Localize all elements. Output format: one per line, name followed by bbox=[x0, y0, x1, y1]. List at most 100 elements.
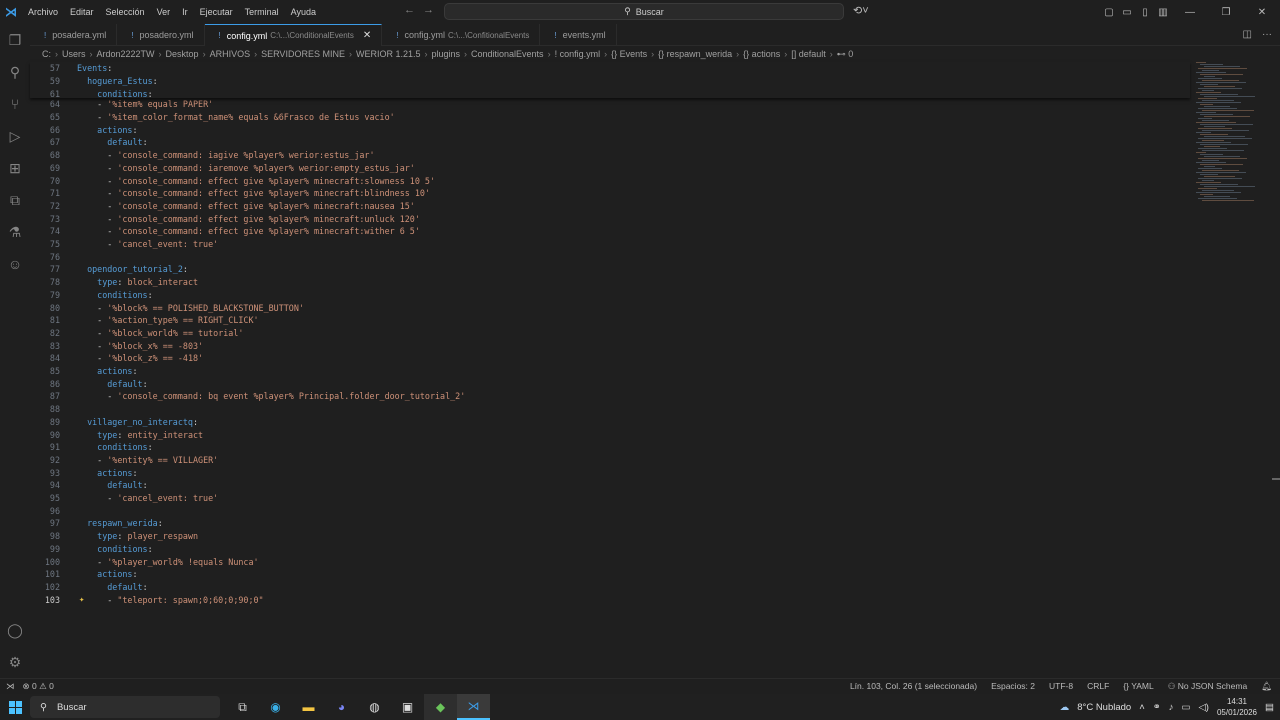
breadcrumb-item[interactable]: Ardon2222TW bbox=[97, 49, 155, 59]
breadcrumb-item[interactable]: {} Events bbox=[611, 49, 647, 59]
breadcrumb-item[interactable]: plugins bbox=[431, 49, 460, 59]
code-line[interactable]: 66 actions: bbox=[30, 123, 1190, 136]
tray-chevron-icon[interactable]: ˄ bbox=[1139, 702, 1145, 713]
close-tab-icon[interactable]: ✕ bbox=[363, 30, 371, 41]
toggle-panel-icon[interactable]: ▭ bbox=[1118, 7, 1136, 18]
code-line[interactable]: 81 - '%action_type% == RIGHT_CLICK' bbox=[30, 314, 1190, 327]
close-window-icon[interactable]: ✕ bbox=[1244, 7, 1280, 18]
code-line[interactable]: 99 conditions: bbox=[30, 543, 1190, 556]
code-line[interactable]: 80 - '%block% == POLISHED_BLACKSTONE_BUT… bbox=[30, 301, 1190, 314]
code-line[interactable]: 72 - 'console_command: effect give %play… bbox=[30, 200, 1190, 213]
code-line[interactable]: 88 bbox=[30, 403, 1190, 416]
task-view-icon[interactable]: ⧉ bbox=[226, 694, 259, 720]
more-actions-icon[interactable]: ··· bbox=[1262, 29, 1272, 40]
menu-terminal[interactable]: Terminal bbox=[239, 7, 285, 17]
code-line[interactable]: 86 default: bbox=[30, 377, 1190, 390]
menu-ejecutar[interactable]: Ejecutar bbox=[194, 7, 239, 17]
code-line[interactable]: 94 default: bbox=[30, 479, 1190, 492]
sticky-scroll[interactable]: 57 Events: 59 hoguera_Estus: 61 conditions: bbox=[30, 62, 1190, 100]
code-line[interactable]: 57 Events: bbox=[30, 62, 1190, 75]
code-line[interactable]: 84 - '%block_z% == -418' bbox=[30, 352, 1190, 365]
code-editor[interactable]: 57 Events: 59 hoguera_Estus: 61 conditions:… bbox=[30, 62, 1190, 678]
code-line[interactable]: 82 - '%block_world% == tutorial' bbox=[30, 327, 1190, 340]
tab-posadera[interactable]: ! posadera.yml bbox=[30, 24, 118, 46]
tab-posadero[interactable]: ! posadero.yml bbox=[117, 24, 205, 46]
code-line[interactable]: 78 type: block_interact bbox=[30, 276, 1190, 289]
tray-app-icon[interactable]: ⚭ bbox=[1153, 702, 1161, 713]
breadcrumb-item[interactable]: ⊷ 0 bbox=[837, 49, 854, 60]
edge-browser-icon[interactable]: ◉ bbox=[259, 694, 292, 720]
discord-icon[interactable]: ◕ bbox=[325, 694, 358, 720]
remote-explorer-icon[interactable]: ⧉ bbox=[0, 184, 30, 216]
code-line[interactable]: 96 bbox=[30, 504, 1190, 517]
code-line[interactable]: 90 type: entity_interact bbox=[30, 428, 1190, 441]
code-line[interactable]: 79 conditions: bbox=[30, 289, 1190, 302]
menu-seleccion[interactable]: Selección bbox=[100, 7, 151, 17]
toggle-secondary-sidebar-icon[interactable]: ▯ bbox=[1136, 7, 1154, 18]
breadcrumb-item[interactable]: ARHIVOS bbox=[210, 49, 251, 59]
breadcrumb-item[interactable]: C: bbox=[42, 49, 51, 59]
breadcrumb-item[interactable]: {} actions bbox=[743, 49, 780, 59]
minecraft-icon[interactable]: ◆ bbox=[424, 694, 457, 720]
clock[interactable]: 14:31 05/01/2026 bbox=[1217, 696, 1257, 718]
code-line[interactable]: 100 - '%player_world% !equals Nunca' bbox=[30, 555, 1190, 568]
code-line[interactable]: 73 - 'console_command: effect give %play… bbox=[30, 212, 1190, 225]
code-line[interactable]: 89 villager_no_interactq: bbox=[30, 416, 1190, 429]
encoding[interactable]: UTF-8 bbox=[1049, 681, 1073, 692]
breadcrumb-item[interactable]: [] default bbox=[791, 49, 826, 59]
vscode-taskbar-icon[interactable]: ⋊ bbox=[457, 694, 490, 720]
code-line[interactable]: 68 - 'console_command: iagive %player% w… bbox=[30, 149, 1190, 162]
testing-icon[interactable]: ⚗ bbox=[0, 216, 30, 248]
start-button[interactable] bbox=[0, 694, 30, 720]
code-line[interactable]: 65 - '%item_color_format_name% equals &6… bbox=[30, 111, 1190, 124]
command-center-search[interactable]: ⚲ Buscar bbox=[444, 3, 844, 20]
taskbar-search[interactable]: ⚲ Buscar bbox=[30, 696, 220, 718]
code-line[interactable]: 61 conditions: bbox=[30, 87, 1190, 100]
lightbulb-icon[interactable]: ✦ bbox=[79, 595, 84, 605]
microphone-icon[interactable]: ♪ bbox=[1169, 702, 1174, 713]
code-line[interactable]: 97 respawn_werida: bbox=[30, 517, 1190, 530]
forward-arrow-icon[interactable]: → bbox=[423, 4, 434, 16]
language-mode[interactable]: {} YAML bbox=[1123, 681, 1153, 692]
end-of-line[interactable]: CRLF bbox=[1087, 681, 1109, 692]
breadcrumb-item[interactable]: Users bbox=[62, 49, 86, 59]
tab-config-active[interactable]: ! config.yml C:\...\ConditionalEvents ✕ bbox=[204, 24, 383, 46]
cursor-position[interactable]: Lín. 103, Col. 26 (1 seleccionada) bbox=[850, 681, 977, 692]
notification-center-icon[interactable]: ▤ bbox=[1265, 702, 1274, 713]
tab-events[interactable]: ! events.yml bbox=[540, 24, 617, 46]
extensions-icon[interactable]: ⊞ bbox=[0, 152, 30, 184]
code-line[interactable]: 75 - 'cancel_event: true' bbox=[30, 238, 1190, 251]
split-editor-icon[interactable]: ◫ bbox=[1243, 29, 1252, 40]
manage-gear-icon[interactable]: ⚙ bbox=[0, 646, 30, 678]
accounts-icon[interactable]: ◯ bbox=[0, 614, 30, 646]
network-icon[interactable]: ▭ bbox=[1182, 702, 1191, 713]
code-line[interactable]: 69 - 'console_command: iaremove %player%… bbox=[30, 162, 1190, 175]
menu-ir[interactable]: Ir bbox=[176, 7, 194, 17]
chrome-icon[interactable]: ◍ bbox=[358, 694, 391, 720]
code-line[interactable]: 93 actions: bbox=[30, 466, 1190, 479]
breadcrumb-item[interactable]: Desktop bbox=[166, 49, 199, 59]
menu-ayuda[interactable]: Ayuda bbox=[285, 7, 322, 17]
remote-indicator-icon[interactable]: ⋊ bbox=[6, 681, 15, 692]
code-line[interactable]: 102 default: bbox=[30, 581, 1190, 594]
explorer-icon[interactable]: ❐ bbox=[0, 24, 30, 56]
scrollbar-thumb[interactable] bbox=[1272, 478, 1280, 480]
code-line[interactable]: 98 type: player_respawn bbox=[30, 530, 1190, 543]
weather-label[interactable]: 8°C Nublado bbox=[1077, 702, 1131, 713]
code-line[interactable]: 101 actions: bbox=[30, 568, 1190, 581]
run-debug-icon[interactable]: ▷ bbox=[0, 120, 30, 152]
code-line[interactable]: 71 - 'console_command: effect give %play… bbox=[30, 187, 1190, 200]
menu-archivo[interactable]: Archivo bbox=[22, 7, 64, 17]
toggle-primary-sidebar-icon[interactable]: ▢ bbox=[1100, 7, 1118, 18]
terminal-icon[interactable]: ▣ bbox=[391, 694, 424, 720]
code-line[interactable]: 87 - 'console_command: bq event %player%… bbox=[30, 390, 1190, 403]
restore-icon[interactable]: ❐ bbox=[1208, 7, 1244, 18]
volume-icon[interactable]: ◁) bbox=[1198, 702, 1208, 713]
copilot-chat-icon[interactable]: ☺ bbox=[0, 248, 30, 280]
json-schema[interactable]: ⚇ No JSON Schema bbox=[1168, 681, 1247, 692]
minimap[interactable] bbox=[1196, 62, 1266, 202]
breadcrumb-item[interactable]: SERVIDORES MINE bbox=[261, 49, 345, 59]
code-line[interactable]: 95 - 'cancel_event: true' bbox=[30, 492, 1190, 505]
copilot-icon[interactable]: ⟲˅ bbox=[853, 4, 869, 17]
code-line[interactable]: 70 - 'console_command: effect give %play… bbox=[30, 174, 1190, 187]
